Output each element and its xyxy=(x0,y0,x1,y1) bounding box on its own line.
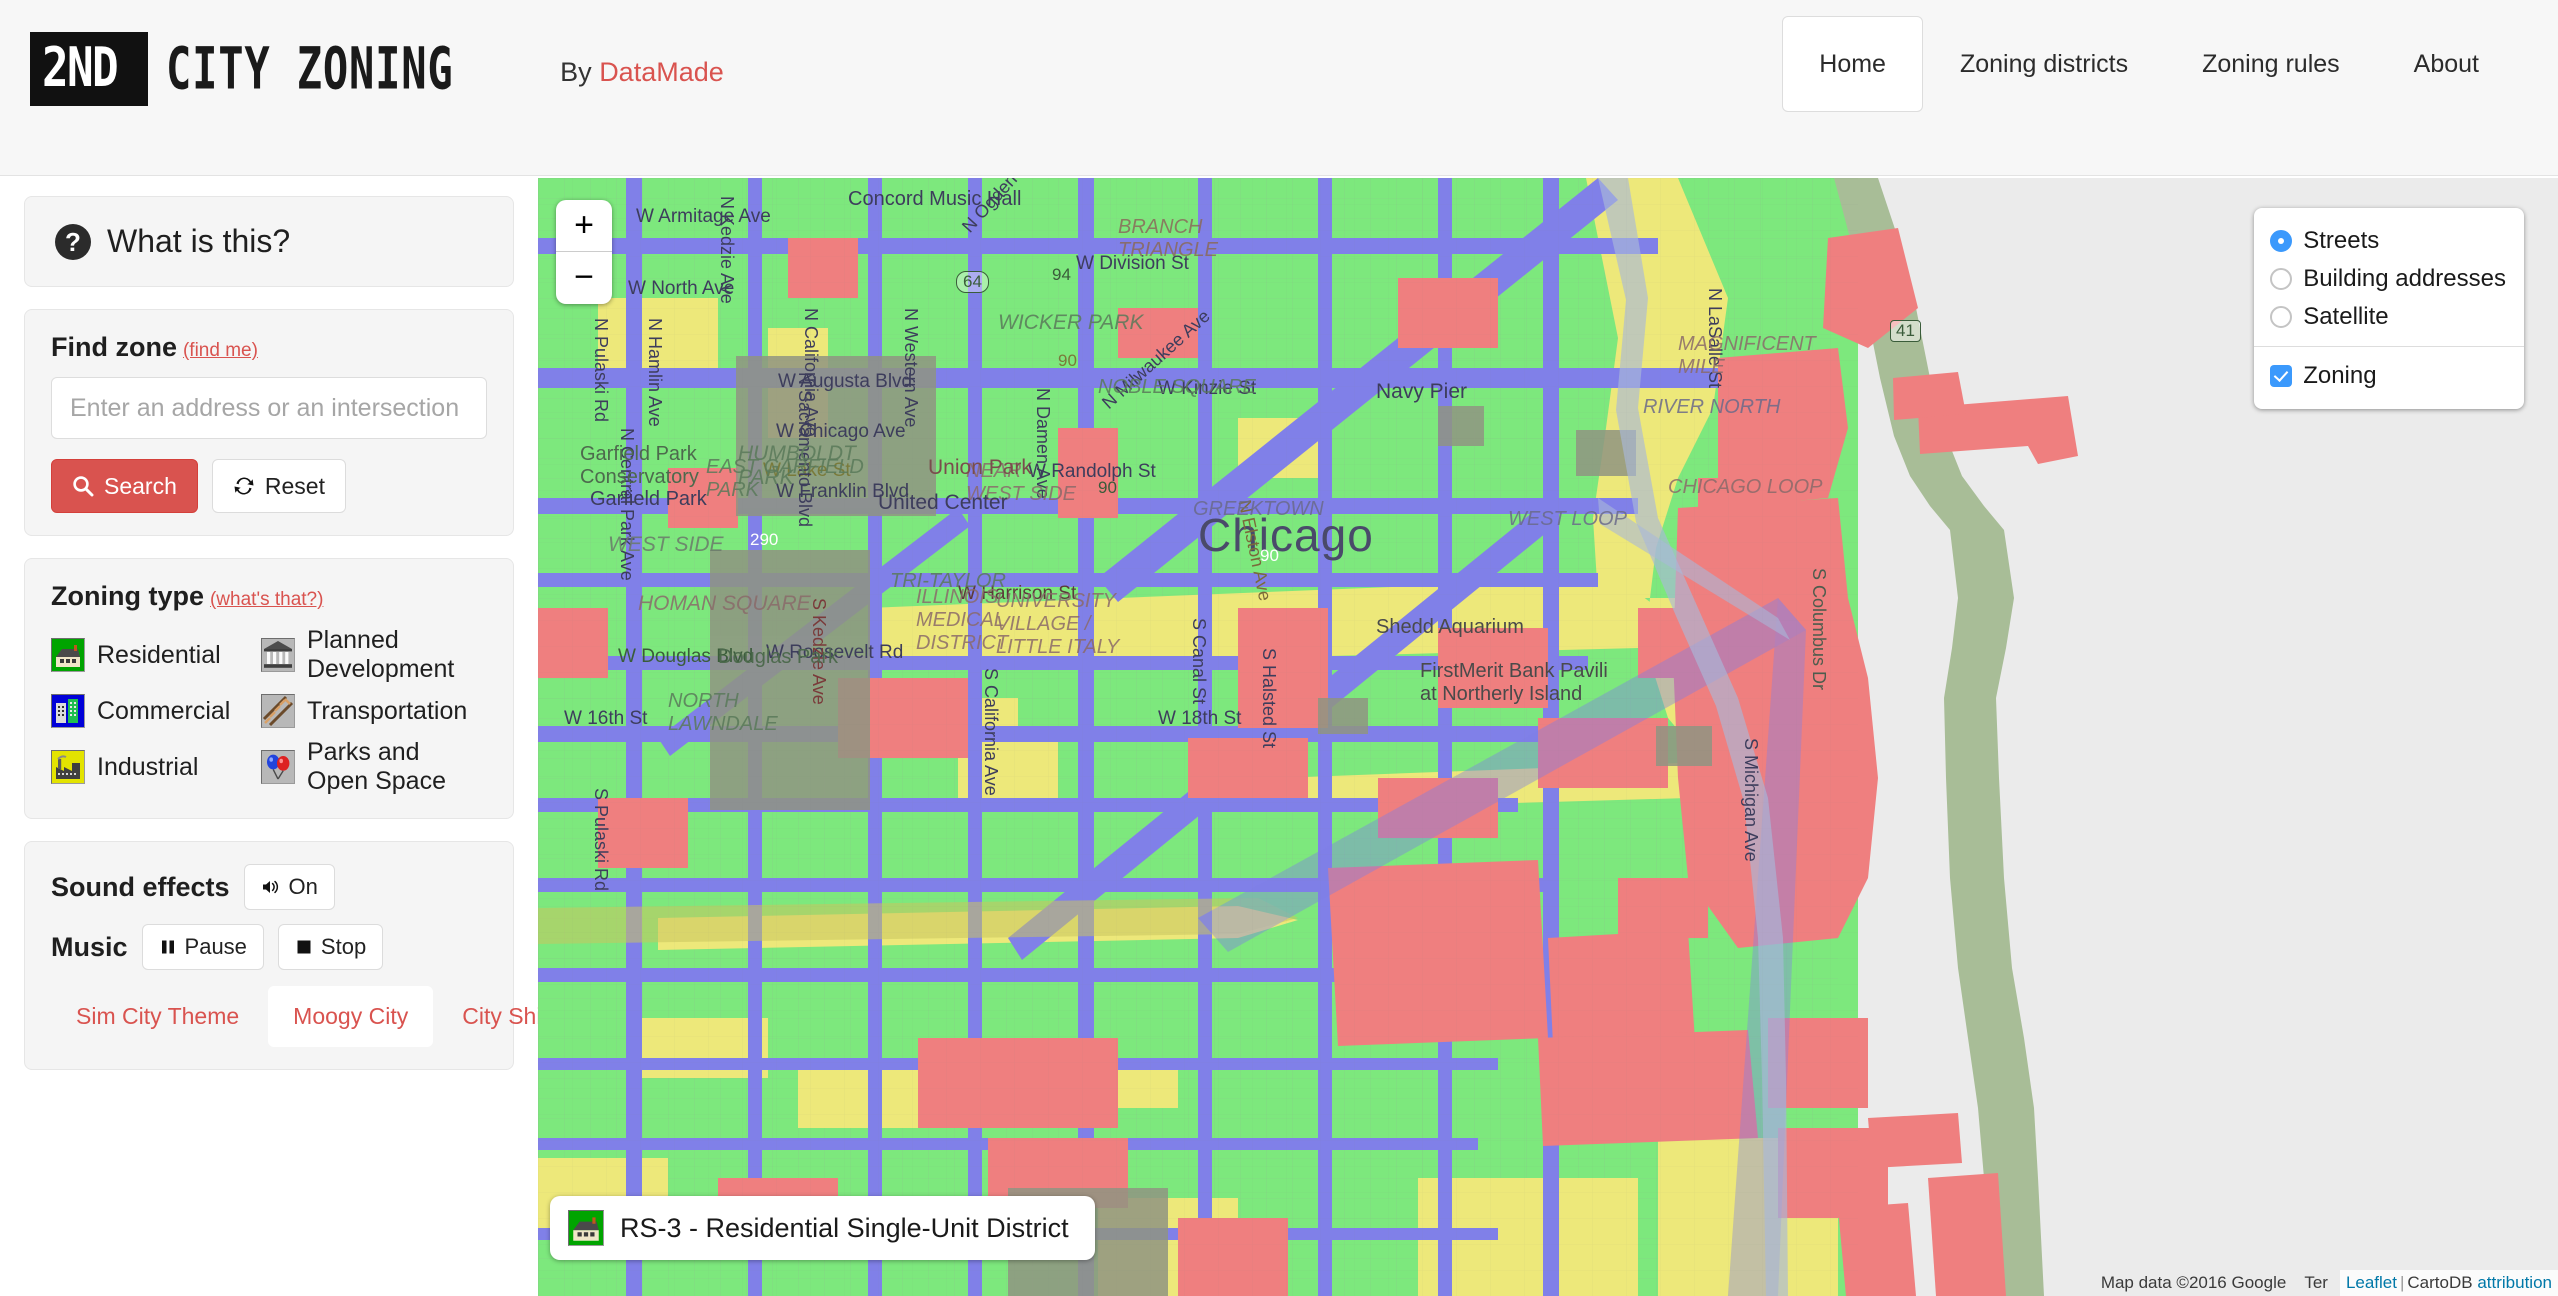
planned-development-zone-icon xyxy=(261,638,295,672)
search-button-label: Search xyxy=(104,472,177,499)
music-pause-label: Pause xyxy=(184,934,247,959)
find-zone-title: Find zone xyxy=(51,332,177,362)
commercial-zone-icon xyxy=(51,694,85,728)
legend-item-planned-development[interactable]: Planned Development xyxy=(261,626,487,684)
carto-attribution-link[interactable]: attribution xyxy=(2477,1273,2552,1292)
byline: By DataMade xyxy=(560,57,724,88)
layer-label-zoning: Zoning xyxy=(2303,362,2377,389)
radio-satellite[interactable] xyxy=(2270,306,2293,328)
address-search-input[interactable] xyxy=(51,377,487,439)
reset-button[interactable]: Reset xyxy=(211,459,346,513)
what-is-this-label: What is this? xyxy=(107,223,291,259)
attribution-carto: CartoDB xyxy=(2407,1273,2473,1292)
logo-badge-text: 2ND xyxy=(42,36,119,99)
reset-button-label: Reset xyxy=(264,472,325,499)
zone-info-box: RS-3 - Residential Single-Unit District xyxy=(550,1196,1095,1260)
legend-label-industrial: Industrial xyxy=(97,752,199,781)
residential-zone-icon xyxy=(51,638,85,672)
stop-icon xyxy=(297,940,311,954)
legend-label-planned-development: Planned Development xyxy=(307,626,455,683)
legend-label-residential: Residential xyxy=(97,640,221,669)
checkbox-zoning[interactable] xyxy=(2270,365,2293,387)
legend-item-transportation[interactable]: Transportation xyxy=(261,694,487,728)
zone-info-text: RS-3 - Residential Single-Unit District xyxy=(620,1212,1069,1243)
legend-item-commercial[interactable]: Commercial xyxy=(51,694,261,728)
nav-item-zoning-districts[interactable]: Zoning districts xyxy=(1923,16,2165,112)
map-attribution: Map data ©2016 Google Ter Leaflet | CartoD… xyxy=(2095,1270,2558,1296)
legend-item-residential[interactable]: Residential xyxy=(51,626,261,684)
zoom-out-button[interactable]: − xyxy=(556,252,612,304)
residential-zone-icon xyxy=(568,1210,604,1246)
layer-label-building-addresses: Building addresses xyxy=(2303,265,2506,292)
search-button[interactable]: Search xyxy=(51,459,198,513)
sound-panel: Sound effects On Music Pause Stop Sim Ci… xyxy=(24,841,591,1070)
whats-that-link[interactable]: (what's that?) xyxy=(210,589,323,610)
what-is-this-panel[interactable]: ? What is this? xyxy=(24,196,514,287)
pause-icon xyxy=(161,940,174,954)
leaflet-link[interactable]: Leaflet xyxy=(2346,1273,2397,1292)
legend-label-parks-open-space: Parks and Open Space xyxy=(307,738,446,795)
legend-item-parks-open-space[interactable]: Parks and Open Space xyxy=(261,738,487,796)
radio-building-addresses[interactable] xyxy=(2270,268,2293,290)
legend-item-industrial[interactable]: Industrial xyxy=(51,738,261,796)
search-icon xyxy=(73,476,94,497)
industrial-zone-icon xyxy=(51,750,85,784)
music-track-list: Sim City Theme Moogy City City Shimmy xyxy=(51,986,591,1047)
main-navigation: Home Zoning districts Zoning rules About xyxy=(1782,16,2516,112)
find-me-link[interactable]: (find me) xyxy=(183,340,258,361)
site-header: 2ND CITY ZONING By DataMade Home Zoning … xyxy=(0,0,2558,176)
layer-option-building-addresses[interactable]: Building addresses xyxy=(2270,260,2506,298)
music-stop-label: Stop xyxy=(320,934,367,959)
legend-label-transportation: Transportation xyxy=(307,696,468,725)
sound-effects-toggle-button[interactable]: On xyxy=(243,864,335,910)
layer-option-streets[interactable]: Streets xyxy=(2270,222,2506,260)
parks-open-space-zone-icon xyxy=(261,750,295,784)
track-moogy-city[interactable]: Moogy City xyxy=(268,986,434,1047)
attribution-leaflet-block: Leaflet | CartoDB attribution xyxy=(2339,1270,2558,1296)
layer-label-satellite: Satellite xyxy=(2303,303,2389,330)
map-zoom-control[interactable]: + − xyxy=(556,200,612,304)
byline-prefix: By xyxy=(560,56,600,87)
zoom-in-button[interactable]: + xyxy=(556,200,612,252)
layer-divider xyxy=(2254,346,2524,347)
attribution-terms: Ter xyxy=(2304,1273,2328,1292)
logo-wordmark: CITY ZONING xyxy=(165,34,454,103)
sound-effects-state: On xyxy=(288,874,318,899)
music-label: Music xyxy=(51,931,128,962)
attribution-google: Map data ©2016 Google xyxy=(2100,1273,2287,1292)
volume-up-icon xyxy=(262,880,278,894)
layer-option-zoning[interactable]: Zoning xyxy=(2270,357,2506,395)
sound-effects-label: Sound effects xyxy=(51,871,230,902)
logo-badge: 2ND xyxy=(30,32,148,106)
question-circle-icon: ? xyxy=(55,223,91,260)
radio-streets[interactable] xyxy=(2270,230,2293,252)
map-layer-control[interactable]: Streets Building addresses Satellite Zon… xyxy=(2254,208,2524,409)
layer-label-streets: Streets xyxy=(2303,227,2380,254)
legend-label-commercial: Commercial xyxy=(97,696,231,725)
brand: 2ND CITY ZONING By DataMade xyxy=(30,32,724,106)
transportation-zone-icon xyxy=(261,694,295,728)
zoning-type-panel: Zoning type (what's that?) Residential P… xyxy=(24,558,514,819)
sidebar: ? What is this? Find zone (find me) Searc… xyxy=(24,196,591,1092)
music-stop-button[interactable]: Stop xyxy=(277,924,384,970)
layer-option-satellite[interactable]: Satellite xyxy=(2270,298,2506,336)
zoning-type-title: Zoning type xyxy=(51,581,204,611)
nav-item-about[interactable]: About xyxy=(2377,16,2516,112)
find-zone-heading: Find zone (find me) xyxy=(51,332,487,363)
zoning-type-legend: Residential Planned Development Commerci… xyxy=(51,626,487,796)
find-zone-panel: Find zone (find me) Search Reset xyxy=(24,309,514,536)
music-pause-button[interactable]: Pause xyxy=(141,924,264,970)
zoning-type-heading: Zoning type (what's that?) xyxy=(51,581,487,612)
nav-item-home[interactable]: Home xyxy=(1782,16,1923,112)
site-logo[interactable]: 2ND CITY ZONING xyxy=(30,32,534,106)
nav-item-zoning-rules[interactable]: Zoning rules xyxy=(2165,16,2377,112)
track-sim-city-theme[interactable]: Sim City Theme xyxy=(51,986,264,1047)
attribution-separator: | xyxy=(2399,1273,2405,1292)
refresh-icon xyxy=(234,477,254,495)
datamade-link[interactable]: DataMade xyxy=(599,57,724,87)
zoning-map[interactable]: Chicago W Armitage Ave W North Ave W Aug… xyxy=(538,178,2558,1296)
